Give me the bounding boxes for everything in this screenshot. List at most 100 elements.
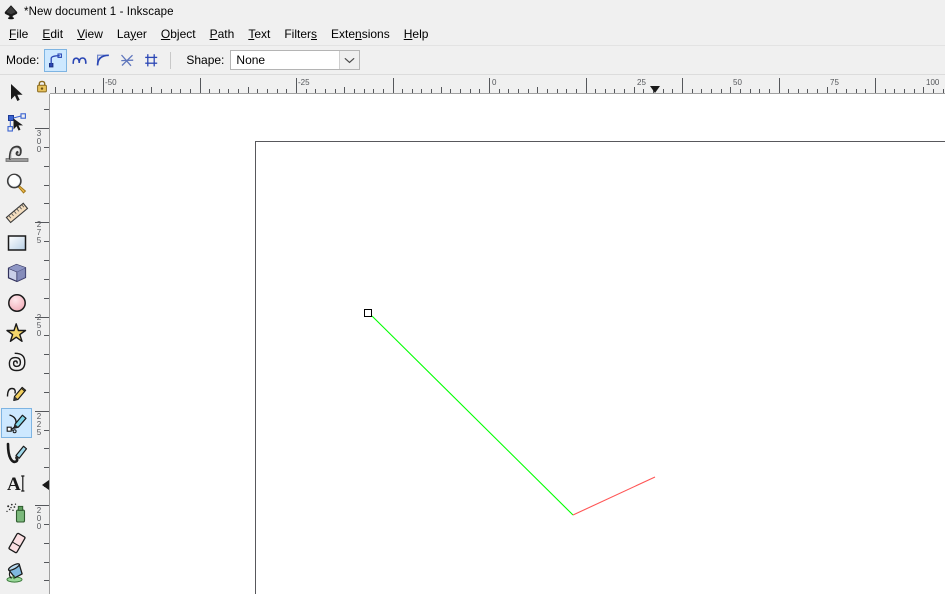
- ruler-minor-tick: [440, 87, 442, 93]
- mode-regular-bezier-button[interactable]: [44, 48, 68, 72]
- ruler-minor-tick: [720, 89, 722, 93]
- paintbucket-tool[interactable]: [1, 558, 32, 588]
- window-title: *New document 1 - Inkscape: [24, 5, 174, 18]
- measure-tool[interactable]: [1, 198, 32, 228]
- ruler-minor-tick: [44, 429, 49, 431]
- ruler-lock-icon[interactable]: [34, 78, 50, 94]
- ruler-minor-tick: [44, 146, 49, 148]
- ruler-minor-tick: [238, 89, 240, 93]
- rubber-band-segment: [572, 476, 656, 516]
- ruler-label: -25: [298, 78, 310, 87]
- ruler-minor-tick: [112, 89, 114, 93]
- ruler-minor-tick: [595, 89, 597, 93]
- mode-bspline-button[interactable]: [92, 49, 115, 72]
- ruler-minor-tick: [411, 89, 413, 93]
- mode-spiro-button[interactable]: [68, 49, 91, 72]
- ruler-minor-tick: [44, 373, 49, 375]
- zoom-tool[interactable]: [1, 168, 32, 198]
- ruler-minor-tick: [894, 89, 896, 93]
- menu-object[interactable]: Object: [154, 25, 203, 44]
- ruler-minor-tick: [508, 89, 510, 93]
- path-start-anchor-node[interactable]: [364, 309, 372, 317]
- ruler-major-tick: [199, 78, 201, 93]
- ruler-minor-tick: [537, 87, 539, 93]
- toolbar-separator: [170, 51, 172, 69]
- ruler-minor-tick: [267, 89, 269, 93]
- ruler-major-tick: [778, 78, 780, 93]
- ruler-label: 100: [926, 78, 940, 87]
- chevron-down-icon[interactable]: [339, 51, 360, 69]
- calligraphy-tool[interactable]: [1, 438, 32, 468]
- selector-tool[interactable]: [1, 78, 32, 108]
- ruler-minor-tick: [923, 87, 925, 93]
- ruler-major-tick: [392, 78, 394, 93]
- ruler-minor-tick: [44, 354, 49, 356]
- menu-text[interactable]: Text: [241, 25, 277, 44]
- menu-view[interactable]: View: [70, 25, 110, 44]
- ruler-minor-tick: [469, 89, 471, 93]
- ruler-minor-tick: [44, 448, 49, 450]
- ruler-minor-tick: [353, 89, 355, 93]
- spiral-tool[interactable]: [1, 348, 32, 378]
- ruler-minor-tick: [797, 89, 799, 93]
- rectangle-tool[interactable]: [1, 228, 32, 258]
- ruler-minor-tick: [431, 89, 433, 93]
- inkscape-window: *New document 1 - Inkscape File Edit Vie…: [0, 0, 945, 594]
- vertical-ruler-cursor-marker: [42, 480, 49, 490]
- shape-dropdown-value: None: [236, 53, 266, 67]
- ruler-minor-tick: [44, 542, 49, 544]
- menu-path[interactable]: Path: [203, 25, 242, 44]
- ruler-label: 75: [830, 78, 839, 87]
- ruler-minor-tick: [44, 165, 49, 167]
- ruler-label: 2 0 0: [36, 506, 42, 531]
- ruler-minor-tick: [662, 89, 664, 93]
- menu-edit[interactable]: Edit: [35, 25, 70, 44]
- horizontal-ruler[interactable]: -50 -25 0 25 50 75 100: [50, 78, 945, 94]
- menu-file[interactable]: File: [2, 25, 35, 44]
- ruler-minor-tick: [180, 89, 182, 93]
- ruler-major-tick: [103, 78, 104, 93]
- ruler-minor-tick: [672, 89, 674, 93]
- ruler-minor-tick: [44, 561, 49, 563]
- mode-paraxial-line-button[interactable]: [140, 49, 163, 72]
- mode-straight-line-button[interactable]: [116, 49, 139, 72]
- ruler-label: -50: [105, 78, 117, 87]
- ellipse-tool[interactable]: [1, 288, 32, 318]
- ruler-minor-tick: [382, 89, 384, 93]
- node-tool[interactable]: [1, 108, 32, 138]
- text-tool[interactable]: A: [1, 468, 32, 498]
- menu-bar[interactable]: File Edit View Layer Object Path Text Fi…: [0, 23, 945, 46]
- ruler-minor-tick: [344, 87, 346, 93]
- shape-dropdown[interactable]: None: [230, 50, 361, 70]
- ruler-minor-tick: [286, 89, 288, 93]
- ruler-minor-tick: [218, 89, 220, 93]
- ruler-minor-tick: [44, 259, 49, 261]
- drawing-canvas[interactable]: [50, 94, 945, 594]
- tool-controls-bar: Mode: Shape: None: [0, 46, 945, 75]
- pen-tool[interactable]: [1, 408, 32, 438]
- ruler-minor-tick: [151, 87, 153, 93]
- vertical-ruler[interactable]: 3 0 0 2 7 5 2 5 0 2 2 5 2 0 0: [34, 94, 50, 594]
- ruler-minor-tick: [826, 87, 828, 93]
- star-tool[interactable]: [1, 318, 32, 348]
- ruler-minor-tick: [846, 89, 848, 93]
- tweak-tool[interactable]: [1, 138, 32, 168]
- menu-filters[interactable]: Filters: [277, 25, 324, 44]
- ruler-minor-tick: [691, 89, 693, 93]
- ruler-minor-tick: [44, 297, 49, 299]
- ruler-minor-tick: [44, 335, 49, 337]
- ruler-minor-tick: [334, 89, 336, 93]
- ruler-minor-tick: [768, 89, 770, 93]
- ruler-minor-tick: [855, 89, 857, 93]
- ruler-minor-tick: [730, 87, 732, 93]
- menu-layer[interactable]: Layer: [110, 25, 154, 44]
- ruler-minor-tick: [363, 89, 365, 93]
- ruler-minor-tick: [701, 89, 703, 93]
- box3d-tool[interactable]: [1, 258, 32, 288]
- menu-help[interactable]: Help: [397, 25, 436, 44]
- spray-tool[interactable]: [1, 498, 32, 528]
- pencil-tool[interactable]: [1, 378, 32, 408]
- ruler-minor-tick: [913, 89, 915, 93]
- eraser-tool[interactable]: [1, 528, 32, 558]
- menu-extensions[interactable]: Extensions: [324, 25, 397, 44]
